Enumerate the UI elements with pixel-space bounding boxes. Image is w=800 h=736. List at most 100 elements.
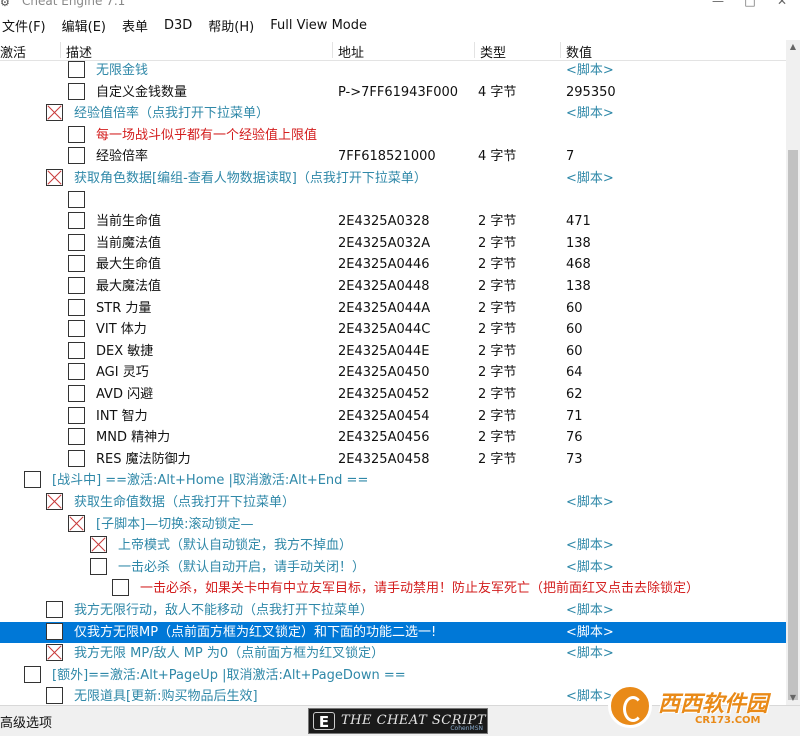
scrollbar-thumb[interactable] [788,150,798,700]
activate-checkbox[interactable] [68,234,85,251]
column-type[interactable]: 类型 [480,42,506,61]
activate-checkbox[interactable] [68,83,85,100]
table-row[interactable]: 我方无限 MP/敌人 MP 为0（点前面方框为红叉锁定） <脚本> [0,643,786,664]
table-row[interactable]: [子脚本]—切换:滚动锁定— [0,514,786,535]
table-row[interactable]: 自定义金钱数量 P->7FF61943F000 4 字节 295350 [0,82,786,103]
cheat-table-list[interactable]: 无限金钱 <脚本> 自定义金钱数量 P->7FF61943F000 4 字节 295350… [0,60,786,705]
watermark-url: CR173.COM [695,715,761,726]
activate-checkbox[interactable] [68,299,85,316]
row-description: 我方无限 MP/敌人 MP 为0（点前面方框为红叉锁定） [74,646,385,661]
table-row[interactable]: 获取角色数据[编组-查看人物数据读取]（点我打开下拉菜单） <脚本> [0,168,786,189]
vertical-scrollbar[interactable]: ▲ ▼ [786,40,800,705]
row-type: 4 字节 [478,149,517,164]
advanced-options-button[interactable]: 高级选项 [0,712,52,731]
row-address: 2E4325A0328 [338,214,430,229]
activate-checkbox[interactable] [68,342,85,359]
row-description: 一击必杀（默认自动开启，请手动关闭！） [118,560,366,575]
table-row[interactable]: [战斗中] ==激活:Alt+Home |取消激活:Alt+End == [0,470,786,491]
activate-checkbox[interactable] [68,428,85,445]
column-divider[interactable] [560,42,561,58]
watermark-text: 西西软件园 [658,692,769,717]
column-divider[interactable] [332,42,333,58]
column-description[interactable]: 描述 [66,42,92,61]
table-row[interactable]: DEX 敏捷 2E4325A044E 2 字节 60 [0,341,786,362]
row-description: 经验倍率 [96,149,149,164]
column-active[interactable]: 激活 [0,42,26,61]
row-description: 无限金钱 [96,63,149,78]
activate-checkbox[interactable] [24,666,41,683]
menu-help[interactable]: 帮助(H) [204,16,260,35]
table-row[interactable]: 经验值倍率（点我打开下拉菜单） <脚本> [0,103,786,124]
activate-checkbox[interactable] [68,320,85,337]
table-row[interactable]: 当前生命值 2E4325A0328 2 字节 471 [0,211,786,232]
activate-checkbox[interactable] [68,363,85,380]
maximize-icon[interactable]: □ [740,0,760,8]
table-row[interactable]: MND 精神力 2E4325A0456 2 字节 76 [0,427,786,448]
activate-checkbox[interactable] [68,515,85,532]
activate-checkbox[interactable] [46,623,63,640]
row-address: 2E4325A0450 [338,365,430,380]
table-row[interactable]: 最大魔法值 2E4325A0448 2 字节 138 [0,276,786,297]
activate-checkbox[interactable] [90,536,107,553]
activate-checkbox[interactable] [68,147,85,164]
table-row[interactable]: 每一场战斗似乎都有一个经验值上限值 [0,125,786,146]
table-row[interactable]: 一击必杀（默认自动开启，请手动关闭！） <脚本> [0,557,786,578]
row-description: 经验值倍率（点我打开下拉菜单） [74,106,270,121]
table-row[interactable]: VIT 体力 2E4325A044C 2 字节 60 [0,319,786,340]
table-row[interactable]: 上帝模式（默认自动锁定，我方不掉血） <脚本> [0,535,786,556]
row-value: 64 [566,365,583,380]
table-row[interactable]: 无限金钱 <脚本> [0,60,786,81]
activate-checkbox[interactable] [68,385,85,402]
activate-checkbox[interactable] [46,493,63,510]
table-row[interactable]: AGI 灵巧 2E4325A0450 2 字节 64 [0,362,786,383]
table-row[interactable]: 最大生命值 2E4325A0446 2 字节 468 [0,254,786,275]
activate-checkbox[interactable] [46,644,63,661]
activate-checkbox[interactable] [24,471,41,488]
column-value[interactable]: 数值 [566,42,592,61]
table-row[interactable]: AVD 闪避 2E4325A0452 2 字节 62 [0,384,786,405]
activate-checkbox[interactable] [68,450,85,467]
activate-checkbox[interactable] [46,169,63,186]
row-value: 468 [566,257,591,272]
menu-edit[interactable]: 编辑(E) [58,16,112,35]
activate-checkbox[interactable] [68,277,85,294]
menu-d3d[interactable]: D3D [160,18,198,33]
table-row[interactable]: INT 智力 2E4325A0454 2 字节 71 [0,406,786,427]
cheat-engine-app-icon: ⚙ [0,0,10,9]
scroll-up-icon[interactable]: ▲ [786,40,800,54]
column-divider[interactable] [474,42,475,58]
activate-checkbox[interactable] [68,191,85,208]
activate-checkbox[interactable] [90,558,107,575]
table-row[interactable]: 获取生命值数据（点我打开下拉菜单） <脚本> [0,492,786,513]
activate-checkbox[interactable] [46,601,63,618]
activate-checkbox[interactable] [46,104,63,121]
activate-checkbox[interactable] [68,126,85,143]
row-description: AVD 闪避 [96,387,154,402]
menu-file[interactable]: 文件(F) [0,16,52,35]
table-row[interactable]: 一击必杀，如果关卡中有中立友军目标，请手动禁用！防止友军死亡（把前面红叉点击去除… [0,578,786,599]
table-row[interactable]: RES 魔法防御力 2E4325A0458 2 字节 73 [0,449,786,470]
menu-full-view-mode[interactable]: Full View Mode [266,18,373,33]
table-row[interactable]: STR 力量 2E4325A044A 2 字节 60 [0,298,786,319]
activate-checkbox[interactable] [68,407,85,424]
menu-table[interactable]: 表单 [118,16,154,35]
activate-checkbox[interactable] [68,61,85,78]
table-row[interactable]: 经验倍率 7FF618521000 4 字节 7 [0,146,786,167]
row-description: 上帝模式（默认自动锁定，我方不掉血） [118,538,353,553]
activate-checkbox[interactable] [112,579,129,596]
activate-checkbox[interactable] [46,687,63,704]
table-row[interactable]: 当前魔法值 2E4325A032A 2 字节 138 [0,233,786,254]
activate-checkbox[interactable] [68,212,85,229]
column-divider[interactable] [60,42,61,58]
column-address[interactable]: 地址 [338,42,364,61]
close-icon[interactable]: ✕ [772,0,792,8]
table-row[interactable] [0,190,786,211]
row-value: 138 [566,236,591,251]
cheat-script-banner[interactable]: E THE CHEAT SCRIPT CohenMSN [308,708,488,734]
row-type: 2 字节 [478,301,517,316]
minimize-icon[interactable]: — [708,0,728,8]
row-description: INT 智力 [96,409,148,424]
table-row[interactable]: 仅我方无限MP（点前面方框为红叉锁定）和下面的功能二选一! <脚本> [0,622,786,643]
activate-checkbox[interactable] [68,255,85,272]
table-row[interactable]: 我方无限行动，敌人不能移动（点我打开下拉菜单） <脚本> [0,600,786,621]
